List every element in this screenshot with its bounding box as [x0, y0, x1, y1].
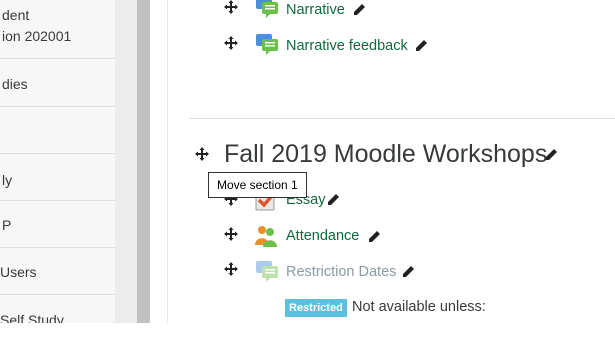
activity-link-restriction-dates[interactable]: Restriction Dates [286, 262, 396, 282]
feedback-icon [256, 34, 278, 55]
nav-item-studies[interactable]: dies [2, 74, 115, 95]
edit-section-pencil-icon[interactable] [545, 148, 558, 161]
activity-link-narrative-feedback[interactable]: Narrative feedback [286, 36, 408, 56]
section-title: Fall 2019 Moodle Workshops [224, 140, 548, 168]
edit-pencil-icon[interactable] [368, 230, 381, 243]
move-icon[interactable] [224, 0, 238, 14]
nav-drawer: dent ion 202001 dies ly P Users Self Stu… [0, 0, 115, 323]
move-icon[interactable] [224, 36, 238, 50]
nav-divider [0, 294, 115, 295]
move-icon[interactable] [224, 262, 238, 276]
nav-item-users[interactable]: Users [0, 262, 115, 283]
edit-pencil-icon[interactable] [327, 193, 340, 206]
drawer-scrollbar[interactable] [137, 0, 150, 323]
availability-text: Not available unless: [352, 299, 486, 315]
feedback-icon-dimmed [256, 261, 278, 282]
attendance-icon [255, 226, 277, 247]
feedback-icon [256, 0, 278, 18]
nav-divider [0, 200, 115, 201]
nav-divider [0, 58, 115, 59]
section-divider [189, 118, 615, 119]
content-border [167, 0, 168, 323]
move-icon[interactable] [224, 227, 238, 241]
nav-item-course-line2: ion 202001 [2, 28, 72, 44]
activity-link-narrative[interactable]: Narrative [286, 0, 345, 20]
restricted-badge: Restricted [285, 299, 347, 317]
nav-item-course[interactable]: dent ion 202001 [2, 5, 115, 47]
move-section-icon[interactable] [195, 147, 209, 161]
activity-link-attendance[interactable]: Attendance [286, 226, 359, 246]
nav-divider [0, 247, 115, 248]
nav-item-self-study[interactable]: Self Study [0, 310, 115, 323]
nav-divider [0, 106, 115, 107]
nav-item-p[interactable]: P [2, 215, 115, 236]
drawer-edge [115, 0, 137, 323]
edit-pencil-icon[interactable] [415, 39, 428, 52]
nav-divider [0, 153, 115, 154]
nav-item-ly[interactable]: ly [2, 170, 115, 191]
move-section-tooltip: Move section 1 [208, 172, 307, 198]
edit-pencil-icon[interactable] [353, 3, 366, 16]
nav-item-course-line1: dent [2, 7, 30, 23]
gutter [150, 0, 160, 323]
edit-pencil-icon[interactable] [402, 265, 415, 278]
